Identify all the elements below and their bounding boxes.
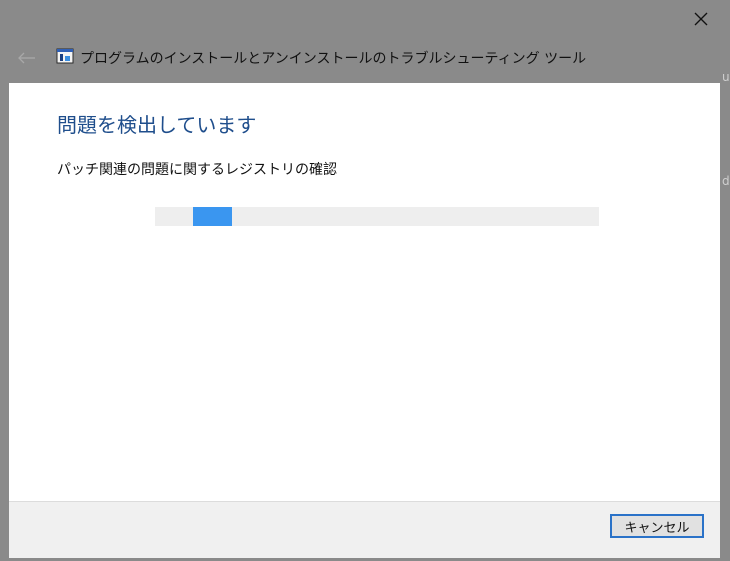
indeterminate-progress-bar xyxy=(155,207,599,226)
window-title: プログラムのインストールとアンインストールのトラブルシューティング ツール xyxy=(80,51,587,67)
back-arrow-icon xyxy=(18,52,35,64)
troubleshooter-window: プログラムのインストールとアンインストールのトラブルシューティング ツール u … xyxy=(0,0,730,561)
page-heading: 問題を検出しています xyxy=(57,113,257,137)
footer-bar: キャンセル xyxy=(9,501,720,558)
back-button[interactable] xyxy=(14,46,40,70)
content-pane: 問題を検出しています パッチ関連の問題に関するレジストリの確認 xyxy=(9,83,720,501)
close-button[interactable] xyxy=(682,4,720,34)
close-icon xyxy=(694,12,708,26)
troubleshooter-app-icon xyxy=(56,48,74,64)
background-edge-text: d xyxy=(722,174,730,188)
status-text: パッチ関連の問題に関するレジストリの確認 xyxy=(57,162,337,178)
cancel-button[interactable]: キャンセル xyxy=(610,514,704,538)
progress-indicator xyxy=(193,207,232,226)
background-edge-text: u xyxy=(722,70,730,84)
